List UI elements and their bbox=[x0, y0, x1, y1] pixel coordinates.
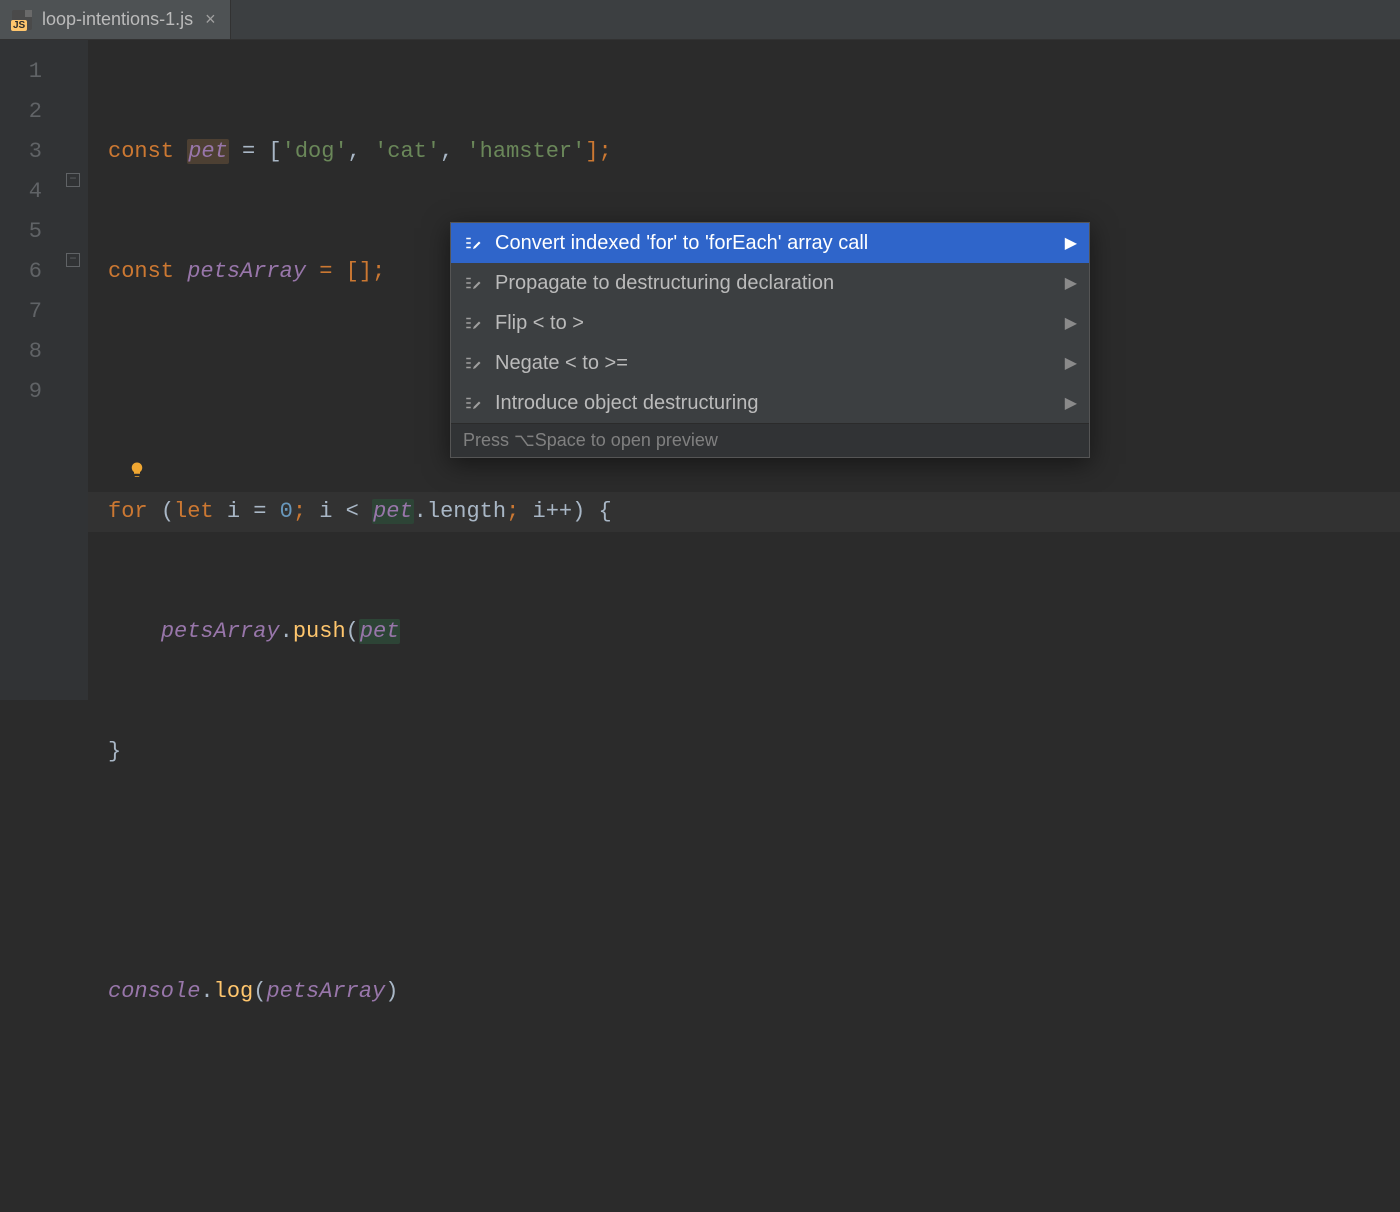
code-line[interactable]: const pet = ['dog', 'cat', 'hamster']; bbox=[108, 132, 1400, 172]
identifier: console bbox=[108, 979, 200, 1004]
intention-edit-icon bbox=[463, 393, 483, 413]
js-file-icon bbox=[12, 10, 32, 30]
intention-item[interactable]: Negate < to >= ▶ bbox=[451, 343, 1089, 383]
identifier: i bbox=[533, 499, 546, 524]
intention-label: Flip < to > bbox=[495, 312, 1053, 335]
intention-label: Introduce object destructuring bbox=[495, 392, 1053, 415]
intention-label: Negate < to >= bbox=[495, 352, 1053, 375]
code-line[interactable] bbox=[108, 1092, 1400, 1132]
line-number: 6 bbox=[0, 252, 60, 292]
code-line[interactable] bbox=[108, 852, 1400, 892]
code-line[interactable]: petsArray.push(pet bbox=[108, 612, 1400, 652]
operator: ++ bbox=[546, 499, 572, 524]
intention-label: Convert indexed 'for' to 'forEach' array… bbox=[495, 232, 1053, 255]
intention-edit-icon bbox=[463, 233, 483, 253]
punct: . bbox=[200, 979, 213, 1004]
chevron-right-icon: ▶ bbox=[1065, 233, 1077, 253]
code-line[interactable]: for (let i = 0; i < pet.length; i++) { bbox=[108, 492, 1400, 532]
intention-edit-icon bbox=[463, 273, 483, 293]
number: 0 bbox=[280, 499, 293, 524]
line-number: 1 bbox=[0, 52, 60, 92]
punct: ]; bbox=[585, 139, 611, 164]
line-number-gutter: 1 2 3 4 5 6 7 8 9 bbox=[0, 40, 60, 700]
keyword: const bbox=[108, 139, 187, 164]
intention-label: Propagate to destructuring declaration bbox=[495, 272, 1053, 295]
punct: , bbox=[440, 139, 466, 164]
keyword: for bbox=[108, 499, 161, 524]
popup-footer-hint: Press ⌥Space to open preview bbox=[451, 423, 1089, 457]
chevron-right-icon: ▶ bbox=[1065, 393, 1077, 413]
editor-tab[interactable]: loop-intentions-1.js × bbox=[0, 0, 231, 39]
fold-toggle-icon[interactable]: − bbox=[66, 253, 80, 267]
line-number: 4 bbox=[0, 172, 60, 212]
line-number: 7 bbox=[0, 292, 60, 332]
line-number: 9 bbox=[0, 372, 60, 412]
fold-gutter: − − bbox=[60, 40, 88, 700]
punct: = []; bbox=[306, 259, 385, 284]
punct: ; bbox=[506, 499, 532, 524]
property: .length bbox=[414, 499, 506, 524]
chevron-right-icon: ▶ bbox=[1065, 353, 1077, 373]
fold-toggle-icon[interactable]: − bbox=[66, 173, 80, 187]
line-number: 8 bbox=[0, 332, 60, 372]
punct: ( bbox=[253, 979, 266, 1004]
identifier: petsArray bbox=[266, 979, 385, 1004]
intention-item[interactable]: Convert indexed 'for' to 'forEach' array… bbox=[451, 223, 1089, 263]
string: 'dog' bbox=[282, 139, 348, 164]
string: 'cat' bbox=[374, 139, 440, 164]
punct: , bbox=[348, 139, 374, 164]
punct: = [ bbox=[229, 139, 282, 164]
punct: = bbox=[240, 499, 280, 524]
tab-filename: loop-intentions-1.js bbox=[42, 9, 193, 30]
line-number: 2 bbox=[0, 92, 60, 132]
identifier: pet bbox=[372, 499, 414, 524]
keyword: let bbox=[174, 499, 227, 524]
intention-edit-icon bbox=[463, 313, 483, 333]
punct: . bbox=[280, 619, 293, 644]
indent bbox=[108, 619, 161, 644]
intention-edit-icon bbox=[463, 353, 483, 373]
identifier: pet bbox=[359, 619, 401, 644]
punct: } bbox=[108, 739, 121, 764]
identifier: petsArray bbox=[187, 259, 306, 284]
operator: < bbox=[346, 499, 372, 524]
identifier: pet bbox=[187, 139, 229, 164]
code-line[interactable]: console.log(petsArray) bbox=[108, 972, 1400, 1012]
keyword: const bbox=[108, 259, 187, 284]
line-number: 3 bbox=[0, 132, 60, 172]
tab-bar: loop-intentions-1.js × bbox=[0, 0, 1400, 40]
identifier: i bbox=[319, 499, 345, 524]
intention-actions-popup: Convert indexed 'for' to 'forEach' array… bbox=[450, 222, 1090, 458]
punct: ) { bbox=[572, 499, 612, 524]
code-line[interactable]: } bbox=[108, 732, 1400, 772]
intention-item[interactable]: Propagate to destructuring declaration ▶ bbox=[451, 263, 1089, 303]
punct: ; bbox=[293, 499, 319, 524]
chevron-right-icon: ▶ bbox=[1065, 273, 1077, 293]
identifier: petsArray bbox=[161, 619, 280, 644]
punct: ) bbox=[385, 979, 398, 1004]
method: push bbox=[293, 619, 346, 644]
close-icon[interactable]: × bbox=[203, 9, 218, 30]
string: 'hamster' bbox=[466, 139, 585, 164]
intention-item[interactable]: Flip < to > ▶ bbox=[451, 303, 1089, 343]
punct: ( bbox=[346, 619, 359, 644]
identifier: i bbox=[227, 499, 240, 524]
method: log bbox=[214, 979, 254, 1004]
chevron-right-icon: ▶ bbox=[1065, 313, 1077, 333]
intention-bulb-icon[interactable] bbox=[128, 381, 150, 403]
line-number: 5 bbox=[0, 212, 60, 252]
intention-item[interactable]: Introduce object destructuring ▶ bbox=[451, 383, 1089, 423]
punct: ( bbox=[161, 499, 174, 524]
